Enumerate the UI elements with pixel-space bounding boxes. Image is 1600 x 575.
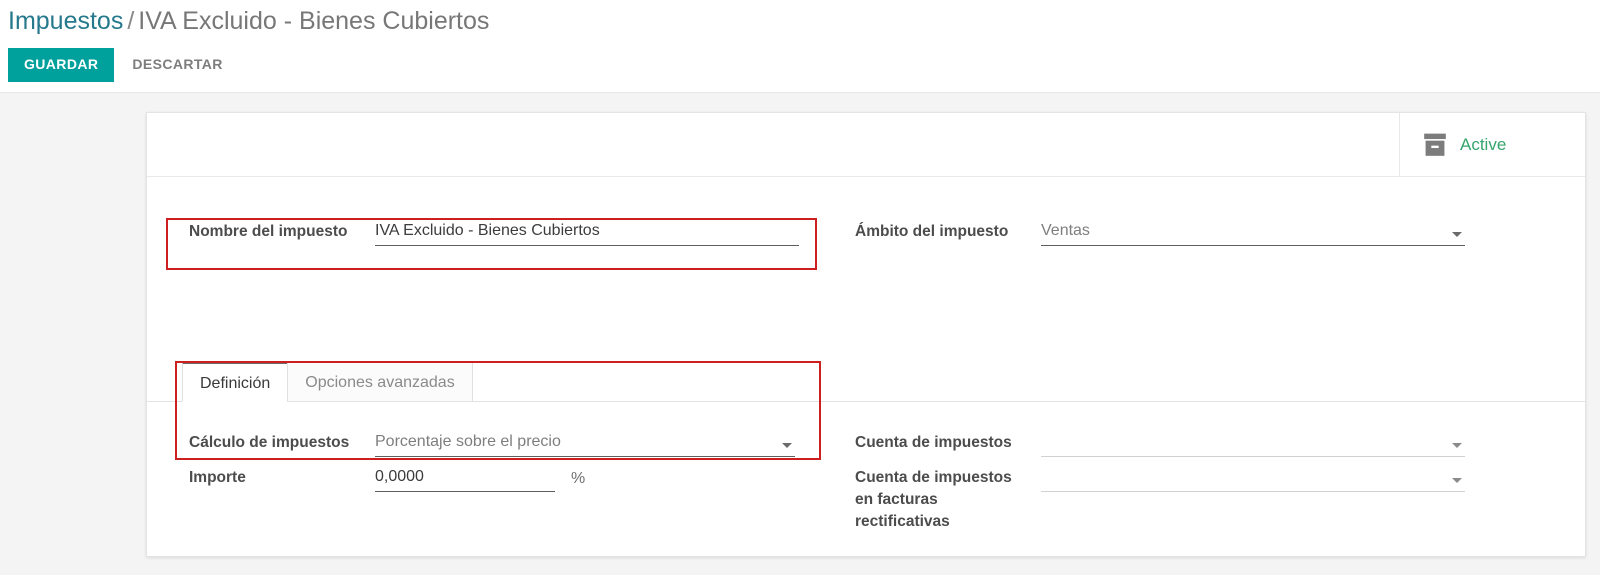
tax-form-sheet: Active Nombre del impuesto IVA Excluido … [146,112,1586,557]
amount-input[interactable]: 0,0000 [375,465,555,492]
action-buttons: GUARDAR DESCARTAR [8,48,237,82]
refund-label-line-1: Cuenta de impuestos [855,469,1012,486]
field-tax-computation-control[interactable]: Porcentaje sobre el precio [375,430,795,457]
status-badge: Active [1460,134,1507,154]
field-tax-computation-label: Cálculo de impuestos [189,434,350,451]
refund-label-line-2: en facturas [855,491,938,508]
field-tax-computation: Cálculo de impuestos Porcentaje sobre el… [189,430,795,457]
field-tax-name-label: Nombre del impuesto [189,223,348,240]
field-tax-account-refund-control[interactable] [1041,465,1465,492]
field-tax-scope-label: Ámbito del impuesto [855,223,1009,240]
tax-computation-select[interactable]: Porcentaje sobre el precio [375,430,795,456]
form-statusbar: Active [147,113,1585,177]
breadcrumb-root-link[interactable]: Impuestos [8,7,123,35]
tabs: Definición Opciones avanzadas [182,362,473,402]
field-amount-label: Importe [189,469,246,486]
chevron-down-icon [1452,443,1462,448]
breadcrumb-current: IVA Excluido - Bienes Cubiertos [138,7,490,35]
tabs-bar: Definición Opciones avanzadas [147,361,1585,402]
chevron-down-icon [1452,478,1462,483]
chevron-down-icon [1452,232,1462,237]
page-body: Active Nombre del impuesto IVA Excluido … [0,93,1600,575]
archive-box-icon [1424,133,1446,156]
tab-opciones-avanzadas[interactable]: Opciones avanzadas [287,362,473,402]
field-tax-scope-control[interactable]: Ventas [1041,219,1465,246]
discard-button[interactable]: DESCARTAR [114,48,236,82]
breadcrumb-separator: / [127,7,135,35]
tax-account-refund-select[interactable] [1041,465,1465,491]
control-panel: Impuestos / IVA Excluido - Bienes Cubierto… [0,0,1600,93]
tax-account-select[interactable] [1041,430,1465,456]
field-amount: Importe 0,0000 % [189,465,795,492]
field-tax-account-control[interactable] [1041,430,1465,457]
tax-scope-select[interactable]: Ventas [1041,219,1465,245]
refund-label-line-3: rectificativas [855,513,950,530]
save-button[interactable]: GUARDAR [8,48,115,82]
field-tax-name-control[interactable]: IVA Excluido - Bienes Cubiertos [375,219,799,246]
field-tax-account-refund: Cuenta de impuestos en facturas rectific… [855,465,1465,533]
breadcrumb: Impuestos / IVA Excluido - Bienes Cubierto… [8,6,489,36]
archive-status-button[interactable]: Active [1399,113,1585,176]
field-tax-account-refund-label: Cuenta de impuestos en facturas rectific… [855,465,1041,533]
tab-definicion[interactable]: Definición [182,362,289,402]
field-tax-scope: Ámbito del impuesto Ventas [855,219,1465,246]
form-fields-area: Nombre del impuesto IVA Excluido - Biene… [147,177,1585,557]
amount-percent-suffix: % [571,470,586,487]
field-tax-account-label: Cuenta de impuestos [855,434,1012,451]
field-tax-name: Nombre del impuesto IVA Excluido - Biene… [189,219,799,246]
tax-name-input[interactable]: IVA Excluido - Bienes Cubiertos [375,219,799,245]
chevron-down-icon [782,443,792,448]
field-amount-control: 0,0000 % [375,465,795,492]
field-tax-account: Cuenta de impuestos [855,430,1465,457]
